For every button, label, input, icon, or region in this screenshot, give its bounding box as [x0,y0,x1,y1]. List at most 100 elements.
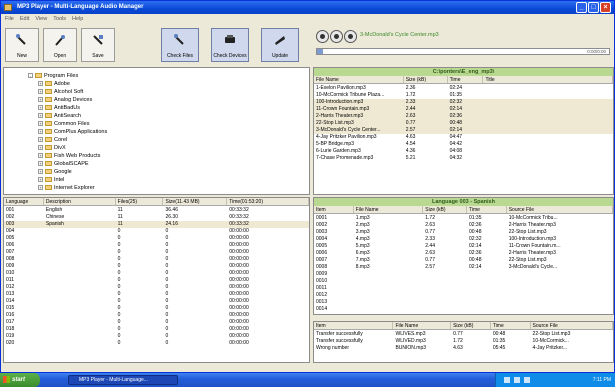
file-row[interactable]: 2-Harris Theater.mp3 2.63 02:36 [314,113,613,120]
menu-view[interactable]: View [35,14,47,24]
language-file-row[interactable]: 0011 [314,285,613,292]
column-header[interactable]: Description [44,198,116,205]
language-row[interactable]: 001 English 11 36.46 00:33:32 [4,207,309,214]
language-file-row[interactable]: 0006 6.mp3 2.63 02:36 2-Harris Theater.mp3 [314,250,613,257]
language-file-row[interactable]: 0003 3.mp3 0.77 00:48 22-Stop List.mp3 [314,229,613,236]
tree-expander[interactable]: + [38,153,43,159]
tray-network-icon[interactable] [504,377,510,383]
language-row[interactable]: 013 0 0 00:00:00 [4,291,309,298]
language-row[interactable]: 010 0 0 00:00:00 [4,270,309,277]
column-header[interactable]: Size(11.43 MB) [163,198,228,205]
language-row[interactable]: 009 0 0 00:00:00 [4,263,309,270]
menu-file[interactable]: File [5,14,14,24]
menu-help[interactable]: Help [72,14,83,24]
tree-item[interactable]: - Program Files [28,72,78,80]
start-button[interactable]: start [0,373,40,387]
tree-expander[interactable]: + [38,89,43,95]
tree-item[interactable]: + Internet Explorer [38,184,95,192]
column-header[interactable]: File Name [314,76,404,83]
tree-expander[interactable]: + [38,145,43,151]
language-file-row[interactable]: 0010 [314,278,613,285]
language-file-row[interactable]: 0007 7.mp3 0.77 00:48 22-Stop List.mp3 [314,257,613,264]
language-row[interactable]: 016 0 0 00:00:00 [4,312,309,319]
file-row[interactable]: 6-Lurie Garden.mp3 4.36 04:08 [314,148,613,155]
tree-item[interactable]: + AntiSearch [38,112,81,120]
language-file-row[interactable]: 0009 [314,271,613,278]
status-row[interactable]: Transfer successfully WLIVES.mp3 0.77 00:48… [314,331,613,338]
check-devices-button[interactable]: Check Devices [211,28,249,62]
language-row[interactable]: 020 0 0 00:00:00 [4,340,309,347]
language-file-row[interactable]: 0013 [314,299,613,306]
menu-tools[interactable]: Tools [53,14,66,24]
tray-volume-icon[interactable] [514,377,520,383]
file-row[interactable]: 4-Jay Pritzker Pavilion.mp3 4.63 04:47 [314,134,613,141]
stop-button[interactable] [316,30,329,43]
column-header[interactable]: Title [483,76,613,83]
tree-item[interactable]: + Intel [38,176,64,184]
file-row[interactable]: 11-Crown Fountain.mp3 2.44 02:14 [314,106,613,113]
tree-expander[interactable]: + [38,177,43,183]
tree-item[interactable]: + DivX [38,144,66,152]
play-button[interactable] [330,30,343,43]
language-file-row[interactable]: 0005 5.mp3 2.44 02:14 11-Crown Fountain.m... [314,243,613,250]
language-row[interactable]: 007 0 0 00:00:00 [4,249,309,256]
tree-expander[interactable]: + [38,113,43,119]
language-row[interactable]: 008 0 0 00:00:00 [4,256,309,263]
save-button[interactable]: Save [81,28,115,62]
tree-expander[interactable]: + [38,161,43,167]
file-row[interactable]: 100-Introduction.mp3 2.33 02:32 [314,99,613,106]
maximize-button[interactable]: □ [588,2,599,13]
file-row[interactable]: 10-McCormick Tribune Plaza... 1.72 01:35 [314,92,613,99]
language-file-row[interactable]: 0001 1.mp3 1.72 01:35 10-McCormick Tribu... [314,215,613,222]
tree-item[interactable]: + Google [38,168,72,176]
column-header[interactable]: Time [491,322,531,329]
column-header[interactable]: Time [448,76,484,83]
tray-security-icon[interactable] [524,377,530,383]
tree-expander[interactable]: + [38,185,43,191]
column-header[interactable]: File Name [354,206,424,213]
tree-item[interactable]: + Corel [38,136,67,144]
language-row[interactable]: 011 0 0 00:00:00 [4,277,309,284]
column-header[interactable]: Source File [531,322,613,329]
tree-expander[interactable]: + [38,97,43,103]
file-row[interactable]: 3-McDonald's Cycle Center... 2.57 02:14 [314,127,613,134]
title-bar[interactable]: MP3 Player - Multi-Language Audio Manage… [1,1,614,14]
tree-expander[interactable]: + [38,81,43,87]
language-row[interactable]: 004 0 0 00:00:00 [4,228,309,235]
tree-item[interactable]: + Analog Devices [38,96,92,104]
tree-expander[interactable]: + [38,129,43,135]
column-header[interactable]: Time(01:53:20) [227,198,309,205]
column-header[interactable]: Size (kB) [404,76,448,83]
tree-item[interactable]: + Common Files [38,120,89,128]
tree-expander[interactable]: + [38,105,43,111]
close-button[interactable]: × [600,2,611,13]
language-row[interactable]: 006 0 0 00:00:00 [4,242,309,249]
language-file-row[interactable]: 0004 4.mp3 2.33 02:32 100-Introduction.mp3 [314,236,613,243]
minimize-button[interactable]: _ [576,2,587,13]
tree-expander[interactable]: + [38,169,43,175]
file-row[interactable]: 7-Chase Promenade.mp3 5.21 04:32 [314,155,613,162]
language-row[interactable]: 017 0 0 00:00:00 [4,319,309,326]
folder-tree[interactable]: - Program Files + Adobe + Alcohol Soft + Analog… [3,67,310,195]
language-row[interactable]: 018 0 0 00:00:00 [4,326,309,333]
tree-item[interactable]: + AntiBadUs [38,104,80,112]
column-header[interactable]: Item [314,322,394,329]
column-header[interactable]: Language [4,198,44,205]
file-row[interactable]: 22-Stop List.mp3 0.77 00:48 [314,120,613,127]
column-header[interactable]: File Name [393,322,452,329]
taskbar-app-button[interactable]: MP3 Player - Multi-Language... [68,375,178,385]
language-file-row[interactable]: 0008 8.mp3 2.57 02:14 3-McDonald's Cycle... [314,264,613,271]
tree-item[interactable]: + ComPlus Applications [38,128,107,136]
tree-expander[interactable]: + [38,137,43,143]
new-button[interactable]: New [5,28,39,62]
open-button[interactable]: Open [43,28,77,62]
menu-edit[interactable]: Edit [20,14,29,24]
pause-button[interactable] [344,30,357,43]
status-row[interactable]: Transfer successfully WLIVED.mp3 1.72 01:35… [314,338,613,345]
check-files-button[interactable]: Check Files [161,28,199,62]
column-header[interactable]: Size (kB) [423,206,467,213]
language-row[interactable]: 012 0 0 00:00:00 [4,284,309,291]
tree-item[interactable]: + Alcohol Soft [38,88,83,96]
tree-expander[interactable]: - [28,73,33,79]
column-header[interactable]: Item [314,206,354,213]
